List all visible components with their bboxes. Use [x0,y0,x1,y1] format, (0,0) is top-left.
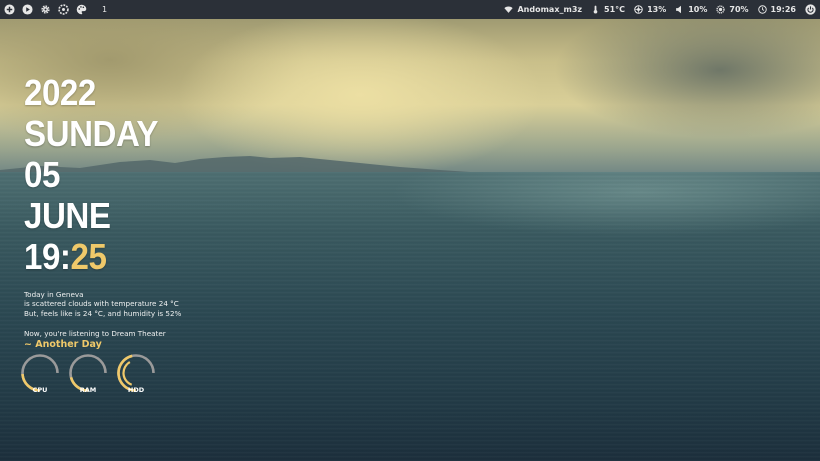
weather-line-3: But, feels like is 24 °C, and humidity i… [24,308,182,318]
panel-right: Andomax_m3z 51°C 13% 10% 70% 19:26 [504,0,816,19]
year: 2022 [24,72,96,113]
network-name: Andomax_m3z [517,5,583,14]
clock[interactable]: 19:26 [757,5,796,14]
brightness-icon [716,5,725,14]
cpu-status[interactable]: 13% [634,5,666,14]
hdd-gauge: HDD [116,353,156,394]
music-line: Now, you're listening to Dream Theater [24,329,166,339]
thermometer-icon [593,5,598,14]
palette-icon[interactable] [76,4,87,15]
month: JUNE [24,195,111,236]
wifi-icon [504,6,514,13]
gauge-label: HDD [127,386,145,394]
cpu-icon [634,5,643,14]
brightness-value: 70% [729,5,749,14]
song-title: ~ Another Day [24,338,102,350]
time-minute: 25 [70,236,107,277]
network-status[interactable]: Andomax_m3z [504,5,582,14]
time: 19:25 [24,236,158,277]
weather-line-1: Today in Geneva [24,290,84,299]
temperature-value: 51°C [604,5,626,14]
weekday: SUNDAY [24,113,159,154]
gauge-label: CPU [32,386,48,394]
cpu-value: 13% [647,5,667,14]
add-icon[interactable] [4,4,15,15]
top-panel: 1 Andomax_m3z 51°C 13% 10% 70% 19:26 [0,0,820,19]
workspace-indicator[interactable]: 1 [102,5,107,14]
system-gauges: CPU RAM HDD [20,353,156,394]
time-hour: 19: [24,236,71,277]
clock-icon [757,5,767,14]
speaker-icon [676,5,682,14]
temperature-status[interactable]: 51°C [591,5,625,14]
day: 05 [24,154,60,195]
panel-left: 1 [0,4,107,15]
volume-value: 10% [688,5,708,14]
volume-status[interactable]: 10% [675,5,707,14]
gear-icon[interactable] [40,4,51,15]
cpu-gauge: CPU [20,353,60,394]
power-icon[interactable] [805,4,816,15]
weather-line-2: is scattered clouds with temperature 24 … [24,299,179,309]
date-time-widget: 2022 SUNDAY 05 JUNE 19:25 [24,72,170,277]
gauge-inner-arc [122,361,133,386]
ram-gauge: RAM [68,353,108,394]
brightness-status[interactable]: 70% [716,5,749,14]
gauge-label: RAM [79,386,97,394]
clock-time: 19:26 [770,5,796,14]
play-icon[interactable] [22,4,33,15]
weather-music-info: Today in Geneva is scattered clouds with… [24,290,181,349]
settings-icon[interactable] [58,4,69,15]
